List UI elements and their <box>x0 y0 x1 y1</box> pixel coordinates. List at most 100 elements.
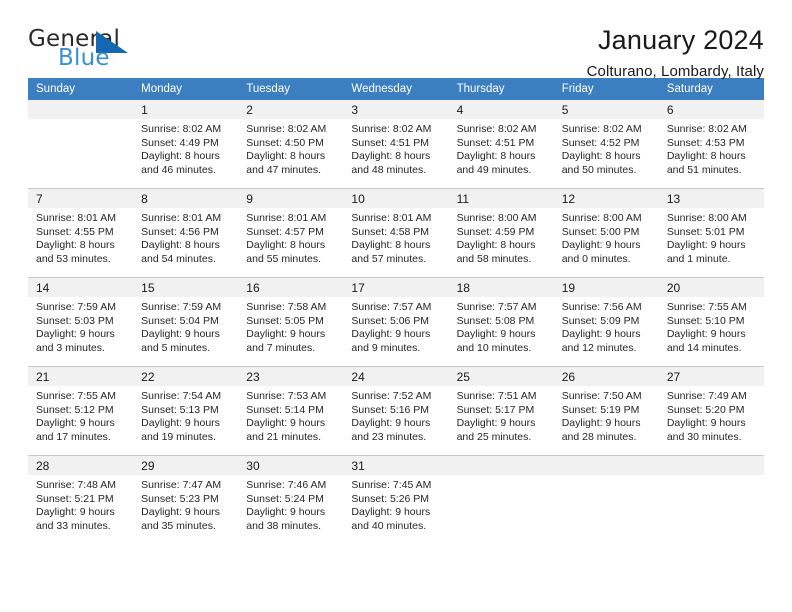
calendar-day-cell[interactable]: 14 Sunrise: 7:59 AM Sunset: 5:03 PM Dayligh… <box>28 277 134 367</box>
sunset-text: Sunset: 5:16 PM <box>351 403 430 416</box>
calendar-day-cell[interactable]: 1 Sunrise: 8:02 AM Sunset: 4:49 PM Daylight… <box>133 100 239 189</box>
day-cell-content: 30 Sunrise: 7:46 AM Sunset: 5:24 PM Dayligh… <box>238 456 344 544</box>
calendar-day-cell[interactable]: 15 Sunrise: 7:59 AM Sunset: 5:04 PM Dayligh… <box>133 277 239 367</box>
sunrise-text: Sunrise: 8:02 AM <box>666 123 747 135</box>
day-number: 26 <box>553 367 659 386</box>
calendar-day-cell[interactable]: 13 Sunrise: 8:00 AM Sunset: 5:01 PM Dayligh… <box>658 188 764 278</box>
sunrise-text: Sunrise: 7:49 AM <box>666 390 747 402</box>
day-details: Sunrise: 7:55 AM Sunset: 5:10 PM Daylight:… <box>659 297 764 355</box>
day-details: Sunrise: 8:02 AM Sunset: 4:51 PM Daylight:… <box>449 119 554 177</box>
calendar-day-cell[interactable]: 12 Sunrise: 8:00 AM Sunset: 5:00 PM Dayligh… <box>553 188 659 278</box>
calendar-day-cell[interactable]: 22 Sunrise: 7:54 AM Sunset: 5:13 PM Dayligh… <box>133 366 239 456</box>
sunset-text: Sunset: 4:56 PM <box>141 225 219 238</box>
sunset-text: Sunset: 5:06 PM <box>351 314 430 327</box>
sunrise-text: Sunrise: 8:02 AM <box>246 123 327 135</box>
calendar-day-cell[interactable]: 3 Sunrise: 8:02 AM Sunset: 4:51 PM Daylight… <box>343 100 449 189</box>
calendar-day-cell[interactable]: 10 Sunrise: 8:01 AM Sunset: 4:58 PM Dayligh… <box>343 188 449 278</box>
calendar-day-cell[interactable]: 7 Sunrise: 8:01 AM Sunset: 4:55 PM Daylight… <box>28 188 134 278</box>
daylight-text-line1: Daylight: 9 hours <box>36 328 115 341</box>
calendar-day-cell[interactable]: 6 Sunrise: 8:02 AM Sunset: 4:53 PM Daylight… <box>658 100 764 189</box>
day-cell-content: 19 Sunrise: 7:56 AM Sunset: 5:09 PM Dayligh… <box>553 278 659 366</box>
sunrise-text: Sunrise: 7:57 AM <box>351 301 432 313</box>
sunset-text: Sunset: 5:23 PM <box>141 492 219 505</box>
weekday-header-tuesday: Tuesday <box>238 78 344 100</box>
daylight-text-line1: Daylight: 9 hours <box>141 417 220 430</box>
calendar-day-cell[interactable]: 9 Sunrise: 8:01 AM Sunset: 4:57 PM Daylight… <box>238 188 344 278</box>
daylight-text-line2: and 10 minutes. <box>456 341 532 354</box>
daylight-text-line2: and 33 minutes. <box>36 519 111 532</box>
day-number: 19 <box>553 278 659 297</box>
calendar-day-cell[interactable]: 18 Sunrise: 7:57 AM Sunset: 5:08 PM Dayligh… <box>448 277 554 367</box>
calendar-day-cell[interactable]: 16 Sunrise: 7:58 AM Sunset: 5:05 PM Dayligh… <box>238 277 344 367</box>
day-cell-content: 14 Sunrise: 7:59 AM Sunset: 5:03 PM Dayligh… <box>28 278 134 366</box>
calendar-day-cell[interactable]: 17 Sunrise: 7:57 AM Sunset: 5:06 PM Dayligh… <box>343 277 449 367</box>
day-number: 3 <box>343 100 449 119</box>
calendar-day-cell[interactable]: 2 Sunrise: 8:02 AM Sunset: 4:50 PM Daylight… <box>238 100 344 189</box>
day-details: Sunrise: 8:01 AM Sunset: 4:56 PM Daylight:… <box>133 208 238 266</box>
calendar-day-cell[interactable]: 4 Sunrise: 8:02 AM Sunset: 4:51 PM Daylight… <box>448 100 554 189</box>
calendar-day-cell[interactable]: 31 Sunrise: 7:45 AM Sunset: 5:26 PM Dayligh… <box>343 455 449 544</box>
sunrise-text: Sunrise: 8:00 AM <box>456 212 537 224</box>
general-blue-logo[interactable]: General Blue <box>28 26 158 72</box>
sunrise-text: Sunrise: 8:01 AM <box>246 212 327 224</box>
day-details <box>659 475 764 479</box>
day-number: 1 <box>133 100 239 119</box>
day-number: 25 <box>448 367 554 386</box>
calendar-day-cell[interactable]: 11 Sunrise: 8:00 AM Sunset: 4:59 PM Dayligh… <box>448 188 554 278</box>
daylight-text-line1: Daylight: 9 hours <box>561 328 641 341</box>
daylight-text-line1: Daylight: 9 hours <box>351 328 431 341</box>
calendar-day-cell[interactable]: 23 Sunrise: 7:53 AM Sunset: 5:14 PM Dayligh… <box>238 366 344 456</box>
calendar-day-cell[interactable]: 5 Sunrise: 8:02 AM Sunset: 4:52 PM Daylight… <box>553 100 659 189</box>
calendar-day-cell[interactable]: 24 Sunrise: 7:52 AM Sunset: 5:16 PM Dayligh… <box>343 366 449 456</box>
sunset-text: Sunset: 5:17 PM <box>456 403 535 416</box>
daylight-text-line2: and 54 minutes. <box>141 252 216 265</box>
daylight-text-line2: and 21 minutes. <box>246 430 321 443</box>
day-details: Sunrise: 7:49 AM Sunset: 5:20 PM Daylight:… <box>659 386 764 444</box>
daylight-text-line1: Daylight: 9 hours <box>456 328 536 341</box>
day-cell-content: 28 Sunrise: 7:48 AM Sunset: 5:21 PM Dayligh… <box>28 456 134 544</box>
daylight-text-line2: and 55 minutes. <box>246 252 321 265</box>
day-number <box>28 100 134 119</box>
calendar-week-row: 28 Sunrise: 7:48 AM Sunset: 5:21 PM Dayligh… <box>28 455 764 544</box>
page-header: General Blue January 2024 Colturano, Lom… <box>28 0 764 81</box>
weekday-header-friday: Friday <box>553 78 659 100</box>
calendar-day-cell[interactable]: 8 Sunrise: 8:01 AM Sunset: 4:56 PM Daylight… <box>133 188 239 278</box>
daylight-text-line1: Daylight: 8 hours <box>351 239 431 252</box>
daylight-text-line2: and 7 minutes. <box>246 341 316 354</box>
day-number: 11 <box>448 189 554 208</box>
day-cell-content: 20 Sunrise: 7:55 AM Sunset: 5:10 PM Dayligh… <box>658 278 764 366</box>
day-details: Sunrise: 7:59 AM Sunset: 5:03 PM Daylight:… <box>28 297 133 355</box>
weekday-header-row: Sunday Monday Tuesday Wednesday Thursday… <box>28 78 764 100</box>
daylight-text-line2: and 49 minutes. <box>456 163 532 176</box>
day-details: Sunrise: 7:59 AM Sunset: 5:04 PM Daylight:… <box>133 297 238 355</box>
daylight-text-line2: and 57 minutes. <box>351 252 427 265</box>
calendar-day-cell[interactable]: 30 Sunrise: 7:46 AM Sunset: 5:24 PM Dayligh… <box>238 455 344 544</box>
calendar-day-cell[interactable]: 19 Sunrise: 7:56 AM Sunset: 5:09 PM Dayligh… <box>553 277 659 367</box>
daylight-text-line2: and 38 minutes. <box>246 519 321 532</box>
daylight-text-line2: and 40 minutes. <box>351 519 427 532</box>
day-details: Sunrise: 8:01 AM Sunset: 4:57 PM Daylight:… <box>238 208 343 266</box>
calendar-day-cell[interactable]: 27 Sunrise: 7:49 AM Sunset: 5:20 PM Dayligh… <box>658 366 764 456</box>
daylight-text-line1: Daylight: 9 hours <box>246 328 326 341</box>
sunrise-text: Sunrise: 8:02 AM <box>456 123 537 135</box>
calendar-day-cell[interactable]: 29 Sunrise: 7:47 AM Sunset: 5:23 PM Dayligh… <box>133 455 239 544</box>
day-details <box>28 119 133 123</box>
calendar-day-cell[interactable]: 21 Sunrise: 7:55 AM Sunset: 5:12 PM Dayligh… <box>28 366 134 456</box>
day-cell-content: 21 Sunrise: 7:55 AM Sunset: 5:12 PM Dayligh… <box>28 367 134 455</box>
daylight-text-line2: and 35 minutes. <box>141 519 216 532</box>
calendar-day-cell[interactable]: 25 Sunrise: 7:51 AM Sunset: 5:17 PM Dayligh… <box>448 366 554 456</box>
day-details: Sunrise: 8:00 AM Sunset: 5:00 PM Daylight:… <box>554 208 659 266</box>
calendar-day-cell[interactable]: 26 Sunrise: 7:50 AM Sunset: 5:19 PM Dayligh… <box>553 366 659 456</box>
daylight-text-line1: Daylight: 8 hours <box>456 239 536 252</box>
day-cell-content: 13 Sunrise: 8:00 AM Sunset: 5:01 PM Dayligh… <box>658 189 764 277</box>
sunrise-text: Sunrise: 7:54 AM <box>141 390 222 402</box>
sunset-text: Sunset: 5:14 PM <box>246 403 324 416</box>
calendar-day-cell[interactable]: 20 Sunrise: 7:55 AM Sunset: 5:10 PM Dayligh… <box>658 277 764 367</box>
daylight-text-line2: and 58 minutes. <box>456 252 532 265</box>
daylight-text-line2: and 50 minutes. <box>561 163 637 176</box>
sunset-text: Sunset: 4:49 PM <box>141 136 219 149</box>
day-cell-content: 4 Sunrise: 8:02 AM Sunset: 4:51 PM Daylight… <box>448 100 554 188</box>
sunset-text: Sunset: 5:19 PM <box>561 403 640 416</box>
calendar-day-cell[interactable]: 28 Sunrise: 7:48 AM Sunset: 5:21 PM Dayligh… <box>28 455 134 544</box>
sunrise-text: Sunrise: 7:56 AM <box>561 301 642 313</box>
